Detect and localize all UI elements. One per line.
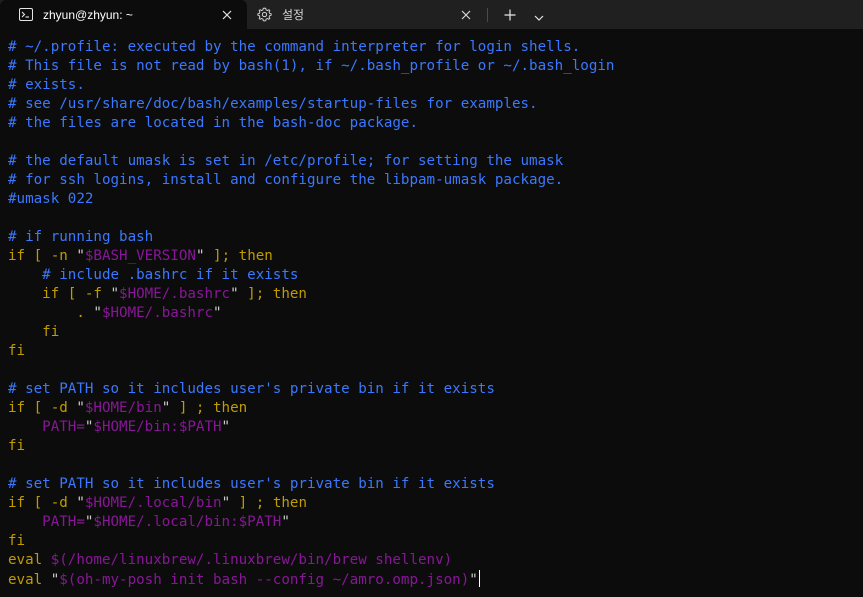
code-token: if [ -n <box>8 248 77 264</box>
terminal-line: eval "$(oh-my-posh init bash --config ~/… <box>8 570 614 589</box>
code-token: $HOME/.bashrc <box>119 286 231 302</box>
code-token: # This file is not read by bash(1), if ~… <box>8 58 615 74</box>
tab-dropdown-button[interactable] <box>529 5 549 25</box>
close-icon[interactable] <box>458 7 474 23</box>
terminal-line: if [ -d "$HOME/bin" ] ; then <box>8 399 614 418</box>
tab-terminal-label: zhyun@zhyun: ~ <box>43 7 133 22</box>
tab-terminal[interactable]: zhyun@zhyun: ~ <box>0 0 247 29</box>
terminal-line: fi <box>8 342 614 361</box>
code-token: " <box>469 572 478 588</box>
code-token: ]; then <box>204 248 273 264</box>
code-token: . <box>8 305 94 321</box>
chevron-down-icon <box>534 6 544 25</box>
code-token: # the files are located in the bash-doc … <box>8 115 418 131</box>
terminal-line: PATH="$HOME/.local/bin:$PATH" <box>8 513 614 532</box>
code-token: fi <box>8 533 26 549</box>
code-token: # the default umask is set in /etc/profi… <box>8 153 564 169</box>
code-token: " <box>213 305 222 321</box>
terminal-line: # include .bashrc if it exists <box>8 266 614 285</box>
terminal-line: # set PATH so it includes user's private… <box>8 475 614 494</box>
code-token: $BASH_VERSION <box>84 248 196 264</box>
code-token: " <box>221 419 231 435</box>
code-token: ] ; then <box>170 400 248 416</box>
code-token: # see /usr/share/doc/bash/examples/start… <box>8 96 538 112</box>
terminal-line: # the files are located in the bash-doc … <box>8 114 614 133</box>
terminal-line: # This file is not read by bash(1), if ~… <box>8 57 614 76</box>
code-token: fi <box>8 343 26 359</box>
code-token: fi <box>8 438 26 454</box>
terminal-line: PATH="$HOME/bin:$PATH" <box>8 418 614 437</box>
code-token: ] ; then <box>230 495 307 511</box>
code-token: " <box>50 572 60 588</box>
terminal-line: # if running bash <box>8 228 614 247</box>
code-token: $HOME/bin:$PATH <box>93 419 222 435</box>
terminal-icon <box>18 7 33 22</box>
tab-bar: zhyun@zhyun: ~ 설정 <box>0 0 863 29</box>
terminal-line: # see /usr/share/doc/bash/examples/start… <box>8 95 614 114</box>
terminal-line: # exists. <box>8 76 614 95</box>
terminal-pane[interactable]: # ~/.profile: executed by the command in… <box>0 29 863 597</box>
code-token: " <box>230 286 239 302</box>
terminal-line: if [ -n "$BASH_VERSION" ]; then <box>8 247 614 266</box>
code-token: # if running bash <box>8 229 154 245</box>
code-token: # include .bashrc if it exists <box>42 267 299 283</box>
code-token: # exists. <box>8 77 85 93</box>
code-token: PATH= <box>8 514 85 530</box>
file-content: # ~/.profile: executed by the command in… <box>8 38 614 589</box>
plus-icon <box>504 6 516 25</box>
code-token: " <box>221 495 231 511</box>
code-token: " <box>281 514 290 530</box>
tab-divider <box>487 8 488 22</box>
tab-settings[interactable]: 설정 <box>248 0 486 29</box>
code-token: $HOME/.local/bin <box>84 495 222 511</box>
tab-settings-label: 설정 <box>282 8 305 22</box>
new-tab-button[interactable] <box>500 5 520 25</box>
code-token: if [ -d <box>8 495 77 511</box>
code-token: # ~/.profile: executed by the command in… <box>8 39 581 55</box>
code-token: eval <box>8 552 51 568</box>
code-token: if [ -d <box>8 400 77 416</box>
code-token: " <box>76 400 85 416</box>
terminal-line: if [ -f "$HOME/.bashrc" ]; then <box>8 285 614 304</box>
code-token: " <box>93 305 102 321</box>
code-token: # set PATH so it includes user's private… <box>8 476 495 492</box>
terminal-line: # the default umask is set in /etc/profi… <box>8 152 614 171</box>
code-token: ]; then <box>238 286 307 302</box>
text-cursor <box>478 570 480 587</box>
terminal-line: fi <box>8 437 614 456</box>
code-token: " <box>76 495 85 511</box>
code-token: $(/home/linuxbrew/.linuxbrew/bin/brew sh… <box>50 552 453 568</box>
code-token: $HOME/bin <box>84 400 162 416</box>
terminal-line: fi <box>8 323 614 342</box>
code-token: fi <box>8 324 60 340</box>
terminal-line: #umask 022 <box>8 190 614 209</box>
code-token: #umask 022 <box>8 191 94 207</box>
code-token: $(oh-my-posh init bash --config ~/amro.o… <box>59 572 470 588</box>
code-token: $HOME/.bashrc <box>101 305 214 321</box>
code-token: if [ -f <box>8 286 111 302</box>
close-icon[interactable] <box>219 7 235 23</box>
terminal-line: eval $(/home/linuxbrew/.linuxbrew/bin/br… <box>8 551 614 570</box>
code-token: # set PATH so it includes user's private… <box>8 381 495 397</box>
code-token: # for ssh logins, install and configure … <box>8 172 564 188</box>
gear-icon <box>257 7 272 22</box>
terminal-line: # set PATH so it includes user's private… <box>8 380 614 399</box>
terminal-line: # ~/.profile: executed by the command in… <box>8 38 614 57</box>
terminal-line: # for ssh logins, install and configure … <box>8 171 614 190</box>
code-token: PATH= <box>8 419 85 435</box>
code-token: " <box>76 248 85 264</box>
code-token: eval <box>8 572 51 588</box>
code-token: " <box>110 286 120 302</box>
terminal-line: if [ -d "$HOME/.local/bin" ] ; then <box>8 494 614 513</box>
terminal-line: fi <box>8 532 614 551</box>
code-token: $HOME/.local/bin:$PATH <box>93 514 282 530</box>
terminal-line: . "$HOME/.bashrc" <box>8 304 614 323</box>
